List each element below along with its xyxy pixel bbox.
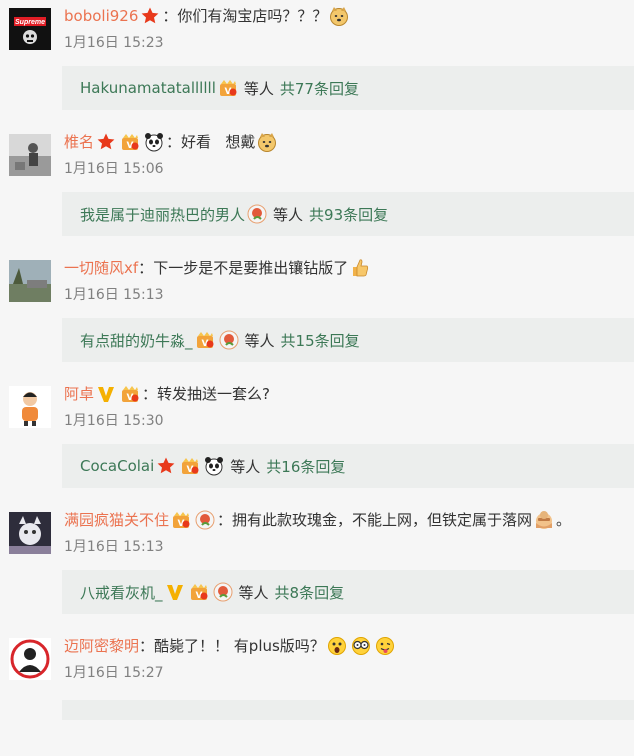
comment-item: 椎名 ： 好看 想戴 1月16日 15:06 我是属于迪丽热巴的男人 等人 共9… xyxy=(0,126,634,252)
avatar[interactable] xyxy=(9,638,51,680)
username-link[interactable]: 阿卓 xyxy=(64,382,94,406)
scared-emoji-icon xyxy=(327,636,347,656)
rose-badge-icon[interactable] xyxy=(195,510,215,530)
doge-emoji-icon xyxy=(329,6,349,26)
comment-text: 酷毙了！！ 有plus版吗？ xyxy=(154,637,325,655)
comment-timestamp: 1月16日 15:30 xyxy=(64,413,164,429)
comment-item: 迈阿密黎明 ： 酷毙了！！ 有plus版吗？ 1月16日 15:27 xyxy=(0,630,634,756)
vip-badge-icon[interactable] xyxy=(171,510,191,530)
panda-icon[interactable] xyxy=(204,456,224,476)
username-link[interactable]: 迈阿密黎明 xyxy=(64,634,139,658)
comment-item: 满园疯猫关不住 ： 拥有此款玫瑰金，不能上网，但铁定属于落网 。 1月16日 1… xyxy=(0,504,634,630)
rose-badge-icon[interactable] xyxy=(247,204,267,224)
comment-text: 下一步是不是要推出镶钻版了 xyxy=(153,259,349,277)
comment-item: Supreme boboli926 ： 你们有淘宝店吗？？？ 1月16日 15:… xyxy=(0,0,634,126)
reply-count-link[interactable]: 共15条回复 xyxy=(281,330,360,351)
colon-separator: ： xyxy=(138,259,154,277)
rose-badge-icon[interactable] xyxy=(213,582,233,602)
comment-feed: Supreme boboli926 ： 你们有淘宝店吗？？？ 1月16日 15:… xyxy=(0,0,634,720)
comment-text: 转发抽送一套么? xyxy=(157,385,270,403)
vip-badge-icon[interactable] xyxy=(180,456,200,476)
reply-others-text: 等人 xyxy=(238,583,269,602)
avatar[interactable] xyxy=(9,134,51,176)
username-link[interactable]: 椎名 xyxy=(64,130,94,154)
comment-text: 好看 想戴 xyxy=(181,133,256,151)
comment-text-end: 。 xyxy=(556,511,572,529)
tongue-emoji-icon xyxy=(375,636,395,656)
panda-icon[interactable] xyxy=(144,132,164,152)
star-badge-icon[interactable] xyxy=(96,132,116,152)
reply-count-link[interactable]: 共16条回复 xyxy=(266,456,345,477)
reply-others-text: 等人 xyxy=(244,331,275,350)
comment-item: 阿卓 ： 转发抽送一套么? 1月16日 15:30 CocaColai 等人 共… xyxy=(0,378,634,504)
comment-timestamp: 1月16日 15:23 xyxy=(64,35,164,51)
avatar[interactable]: Supreme xyxy=(9,8,51,50)
verified-v-icon[interactable] xyxy=(96,384,116,404)
comment-timestamp: 1月16日 15:13 xyxy=(64,539,164,555)
fox-emoji-icon xyxy=(534,510,554,530)
colon-separator: ： xyxy=(139,637,155,655)
comment-timestamp: 1月16日 15:27 xyxy=(64,665,164,681)
colon-separator: ： xyxy=(162,7,178,25)
thumbs-up-emoji-icon xyxy=(350,258,370,278)
reply-user-link[interactable]: 我是属于迪丽热巴的男人 xyxy=(80,204,245,225)
username-link[interactable]: boboli926 xyxy=(64,4,138,28)
reply-count-link[interactable]: 共93条回复 xyxy=(309,204,388,225)
reply-summary[interactable]: 我是属于迪丽热巴的男人 等人 共93条回复 xyxy=(62,192,634,236)
username-link[interactable]: 满园疯猫关不住 xyxy=(64,508,169,532)
avatar[interactable] xyxy=(9,260,51,302)
reply-user-link[interactable]: 有点甜的奶牛淼_ xyxy=(80,330,193,351)
comment-item: 一切随风xf ： 下一步是不是要推出镶钻版了 1月16日 15:13 有点甜的奶… xyxy=(0,252,634,378)
reply-count-link[interactable]: 共77条回复 xyxy=(280,78,359,99)
star-badge-icon[interactable] xyxy=(140,6,160,26)
colon-separator: ： xyxy=(142,385,158,403)
reply-summary[interactable]: 有点甜的奶牛淼_ 等人 共15条回复 xyxy=(62,318,634,362)
reply-user-link[interactable]: CocaColai xyxy=(80,457,154,475)
reply-user-link[interactable]: Hakunamatatallllll xyxy=(80,79,216,97)
reply-summary[interactable]: Hakunamatatallllll 等人 共77条回复 xyxy=(62,66,634,110)
colon-separator: ： xyxy=(217,511,233,529)
colon-separator: ： xyxy=(166,133,182,151)
reply-summary[interactable]: 八戒看灰机_ 等人 共8条回复 xyxy=(62,570,634,614)
reply-user-link[interactable]: 八戒看灰机_ xyxy=(80,582,163,603)
comment-text: 拥有此款玫瑰金，不能上网，但铁定属于落网 xyxy=(232,511,533,529)
comment-timestamp: 1月16日 15:06 xyxy=(64,161,164,177)
rose-badge-icon[interactable] xyxy=(219,330,239,350)
avatar[interactable] xyxy=(9,386,51,428)
verified-v-icon[interactable] xyxy=(165,582,185,602)
glasses-emoji-icon xyxy=(351,636,371,656)
doge-emoji-icon xyxy=(257,132,277,152)
reply-others-text: 等人 xyxy=(243,79,274,98)
reply-others-text: 等人 xyxy=(230,457,261,476)
vip-badge-icon[interactable] xyxy=(195,330,215,350)
reply-summary[interactable] xyxy=(62,700,634,720)
vip-badge-icon[interactable] xyxy=(120,132,140,152)
username-link[interactable]: 一切随风xf xyxy=(64,256,138,280)
star-badge-icon[interactable] xyxy=(156,456,176,476)
comment-text: 你们有淘宝店吗？？？ xyxy=(177,7,328,25)
avatar[interactable] xyxy=(9,512,51,554)
reply-summary[interactable]: CocaColai 等人 共16条回复 xyxy=(62,444,634,488)
comment-timestamp: 1月16日 15:13 xyxy=(64,287,164,303)
reply-others-text: 等人 xyxy=(273,205,304,224)
avatar-logo-text: Supreme xyxy=(15,19,45,26)
vip-badge-icon[interactable] xyxy=(218,78,238,98)
reply-count-link[interactable]: 共8条回复 xyxy=(275,582,345,603)
vip-badge-icon[interactable] xyxy=(189,582,209,602)
vip-badge-icon[interactable] xyxy=(120,384,140,404)
